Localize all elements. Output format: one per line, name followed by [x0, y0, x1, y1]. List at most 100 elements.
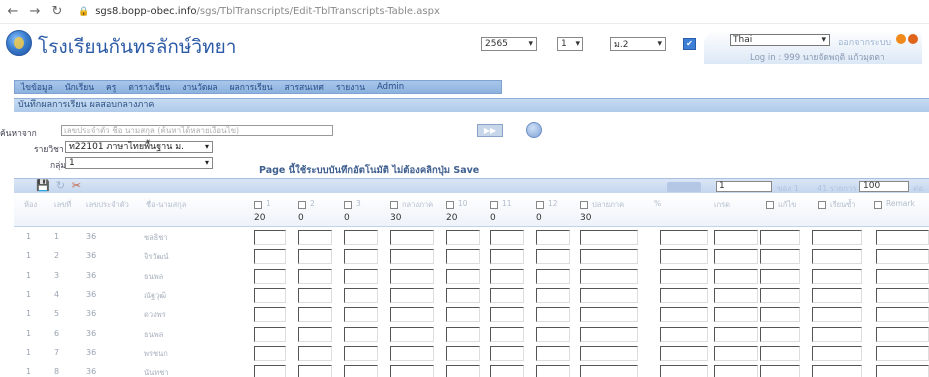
- term-select[interactable]: 1 ▾: [557, 37, 583, 51]
- score-input[interactable]: [490, 268, 524, 284]
- col-checkbox[interactable]: [344, 201, 352, 209]
- score-input[interactable]: [390, 326, 434, 342]
- year-select[interactable]: 2565 ▾: [481, 37, 537, 51]
- score-input[interactable]: [760, 307, 800, 323]
- col-checkbox[interactable]: [818, 201, 826, 209]
- score-input[interactable]: [298, 230, 332, 245]
- score-input[interactable]: [660, 345, 708, 361]
- score-input[interactable]: [536, 345, 570, 361]
- score-input[interactable]: [344, 268, 378, 284]
- settings-icon[interactable]: [896, 34, 906, 44]
- score-input[interactable]: [298, 249, 332, 265]
- score-input[interactable]: [660, 268, 708, 284]
- forward-arrow-icon[interactable]: →: [26, 3, 44, 21]
- score-input[interactable]: [390, 287, 434, 303]
- score-input[interactable]: [536, 249, 570, 265]
- score-input[interactable]: [254, 365, 286, 377]
- score-input[interactable]: [490, 307, 524, 323]
- score-input[interactable]: [580, 326, 638, 342]
- score-input[interactable]: [812, 287, 862, 303]
- score-input[interactable]: [344, 249, 378, 265]
- score-input[interactable]: [446, 287, 480, 303]
- score-input[interactable]: [714, 249, 758, 265]
- first-page-button[interactable]: [667, 182, 701, 192]
- score-input[interactable]: [490, 249, 524, 265]
- language-select[interactable]: Thai ▾: [730, 34, 830, 46]
- score-input[interactable]: [660, 326, 708, 342]
- score-input[interactable]: [536, 307, 570, 323]
- score-input[interactable]: [254, 268, 286, 284]
- score-input[interactable]: [812, 307, 862, 323]
- group-select[interactable]: 1 ▾: [65, 157, 213, 169]
- score-input[interactable]: [298, 307, 332, 323]
- reload-icon[interactable]: ↻: [48, 3, 66, 21]
- score-input[interactable]: [580, 268, 638, 284]
- score-input[interactable]: [580, 249, 638, 265]
- tools-icon[interactable]: ✂: [70, 180, 83, 192]
- score-input[interactable]: [446, 249, 480, 265]
- score-input[interactable]: [536, 287, 570, 303]
- score-input[interactable]: [446, 268, 480, 284]
- score-input[interactable]: [714, 365, 758, 377]
- score-input[interactable]: [390, 365, 434, 377]
- score-input[interactable]: [812, 345, 862, 361]
- score-input[interactable]: [876, 230, 929, 245]
- score-input[interactable]: [580, 230, 638, 245]
- power-icon[interactable]: [908, 34, 918, 44]
- score-input[interactable]: [812, 230, 862, 245]
- col-checkbox[interactable]: [446, 201, 454, 209]
- score-input[interactable]: [714, 230, 758, 245]
- score-input[interactable]: [876, 345, 929, 361]
- score-input[interactable]: [446, 307, 480, 323]
- score-input[interactable]: [254, 249, 286, 265]
- score-input[interactable]: [298, 326, 332, 342]
- score-input[interactable]: [760, 287, 800, 303]
- score-input[interactable]: [490, 326, 524, 342]
- score-input[interactable]: [660, 249, 708, 265]
- score-input[interactable]: [536, 268, 570, 284]
- score-input[interactable]: [490, 230, 524, 245]
- score-input[interactable]: [490, 345, 524, 361]
- menu-item[interactable]: รายงาน: [330, 80, 371, 94]
- score-input[interactable]: [298, 268, 332, 284]
- score-input[interactable]: [580, 345, 638, 361]
- back-arrow-icon[interactable]: ←: [4, 3, 22, 21]
- score-input[interactable]: [446, 345, 480, 361]
- menu-item[interactable]: ครู: [100, 80, 122, 94]
- score-input[interactable]: [714, 345, 758, 361]
- menu-item[interactable]: สารสนเทศ: [279, 80, 330, 94]
- address-bar[interactable]: 🔒 sgs8.bopp-obec.info /sgs/TblTranscript…: [78, 6, 440, 17]
- score-input[interactable]: [298, 345, 332, 361]
- score-input[interactable]: [536, 326, 570, 342]
- score-input[interactable]: [580, 307, 638, 323]
- score-input[interactable]: [760, 249, 800, 265]
- score-input[interactable]: [660, 287, 708, 303]
- score-input[interactable]: [876, 287, 929, 303]
- menu-item[interactable]: Admin: [371, 82, 410, 92]
- score-input[interactable]: [254, 345, 286, 361]
- score-input[interactable]: [760, 365, 800, 377]
- score-input[interactable]: [660, 230, 708, 245]
- score-input[interactable]: [760, 345, 800, 361]
- menu-item[interactable]: ไขข้อมูล: [15, 80, 59, 94]
- help-icon[interactable]: [526, 122, 542, 138]
- score-input[interactable]: [446, 230, 480, 245]
- score-input[interactable]: [254, 307, 286, 323]
- menu-item[interactable]: ผลการเรียน: [224, 80, 279, 94]
- menu-item[interactable]: งานวัดผล: [176, 80, 223, 94]
- logout-link[interactable]: ออกจากระบบ: [838, 35, 891, 49]
- score-input[interactable]: [254, 287, 286, 303]
- score-input[interactable]: [660, 365, 708, 377]
- col-checkbox[interactable]: [580, 201, 588, 209]
- refresh-icon[interactable]: ↻: [54, 180, 67, 192]
- score-input[interactable]: [536, 230, 570, 245]
- search-button[interactable]: ▶▶: [477, 124, 503, 137]
- score-input[interactable]: [812, 326, 862, 342]
- score-input[interactable]: [876, 249, 929, 265]
- score-input[interactable]: [298, 365, 332, 377]
- search-input[interactable]: เลขประจำตัว ชื่อ นามสกุล (ค้นหาได้หลายเง…: [61, 125, 333, 136]
- page-number-input[interactable]: 1: [716, 181, 772, 192]
- apply-button[interactable]: ✔: [683, 38, 696, 50]
- score-input[interactable]: [490, 287, 524, 303]
- score-input[interactable]: [446, 365, 480, 377]
